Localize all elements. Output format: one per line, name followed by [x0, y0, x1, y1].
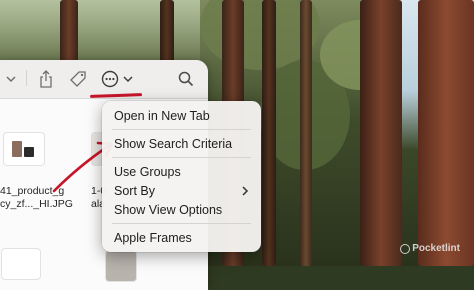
menu-item-show-view-options[interactable]: Show View Options	[114, 201, 249, 219]
chevron-down-icon[interactable]	[0, 68, 24, 90]
menu-item-sort-by[interactable]: Sort By	[114, 182, 249, 200]
file-thumbnail[interactable]	[4, 133, 44, 165]
pocketlint-watermark: Pocketlint	[400, 243, 460, 254]
menu-item-label: Show View Options	[114, 203, 223, 217]
watermark-text: Pocketlint	[412, 243, 460, 254]
more-options-button[interactable]	[94, 66, 140, 92]
menu-item-label: Apple Frames	[114, 231, 192, 245]
file-thumbnail[interactable]	[2, 249, 40, 279]
menu-separator	[112, 223, 251, 224]
red-annotation-underline	[89, 93, 143, 98]
menu-item-open-in-new-tab[interactable]: Open in New Tab	[114, 107, 249, 125]
toolbar-divider	[26, 70, 27, 86]
share-icon[interactable]	[34, 68, 58, 90]
tag-icon[interactable]	[66, 68, 90, 90]
chevron-right-icon	[241, 182, 249, 202]
file-thumbnail[interactable]	[106, 251, 136, 281]
pocketlint-logo-icon	[400, 243, 411, 254]
more-options-menu: Open in New Tab Show Search Criteria Use…	[102, 101, 261, 252]
menu-item-label: Show Search Criteria	[114, 137, 233, 151]
menu-item-label: Use Groups	[114, 165, 181, 179]
menu-item-apple-frames[interactable]: Apple Frames	[114, 229, 249, 247]
menu-separator	[112, 129, 251, 130]
menu-item-show-search-criteria[interactable]: Show Search Criteria	[114, 135, 249, 153]
search-icon[interactable]	[174, 68, 198, 90]
menu-item-label: Sort By	[114, 184, 155, 198]
menu-item-use-groups[interactable]: Use Groups	[114, 163, 249, 181]
menu-separator	[112, 157, 251, 158]
chevron-down-icon	[123, 76, 133, 83]
file-name-line2: cy_zf..._HI.JPG	[0, 198, 73, 210]
finder-toolbar	[0, 60, 208, 99]
menu-item-label: Open in New Tab	[114, 109, 210, 123]
more-options-icon	[101, 70, 119, 88]
